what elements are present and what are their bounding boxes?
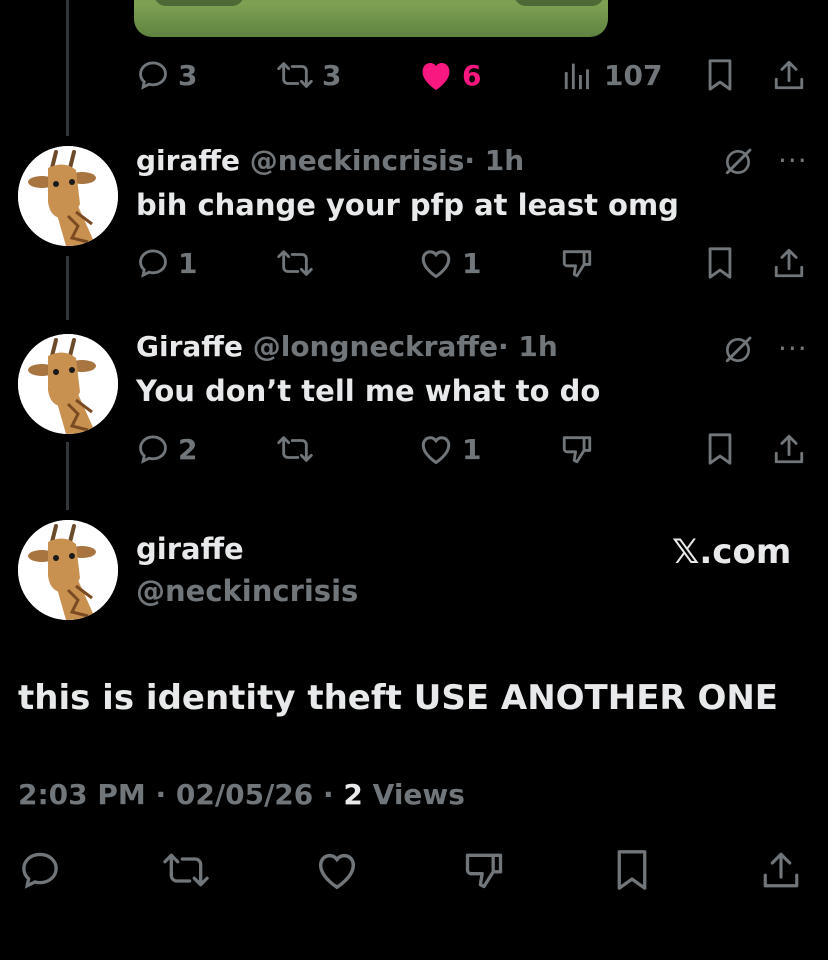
more-icon[interactable]: ··· [778,332,808,365]
bookmark-button[interactable] [704,58,736,92]
retweet-button[interactable] [276,246,314,280]
retweet-icon [163,853,209,887]
like-icon [318,853,356,890]
bookmark-button[interactable] [612,848,652,892]
bookmark-button[interactable] [704,432,736,466]
display-name[interactable]: Giraffe [136,330,243,363]
bookmark-icon [617,850,647,890]
like-count: 1 [462,246,482,280]
views-count: 107 [604,58,663,92]
reply-text: bih change your pfp at least omg [136,188,679,222]
reply-icon [139,249,167,278]
reply-icon [139,435,167,464]
bookmark-button[interactable] [704,246,736,280]
dislike-button[interactable] [560,246,594,280]
reply-author[interactable]: Giraffe @longneckraffe· 1h [136,330,558,363]
thread-line [66,256,69,320]
share-button[interactable] [772,246,806,280]
tweet-text: this is identity theft USE ANOTHER ONE [18,678,779,718]
bookmark-icon [708,59,732,91]
handle[interactable]: @longneckraffe [253,330,498,363]
share-icon [774,248,804,278]
views-count: 2 [343,778,363,811]
avatar[interactable] [18,520,118,620]
reply-button[interactable]: 2 [136,432,197,466]
share-button[interactable] [772,432,806,466]
giraffe-avatar-image [18,334,118,434]
reply-icon [139,61,167,90]
views-label: Views [372,778,465,811]
handle[interactable]: @neckincrisis [136,574,358,608]
tweet-meta: 2:03 PM · 02/05/26 · 2 Views [18,778,465,811]
x-watermark: 𝕏.com [672,532,792,572]
reply-button[interactable]: 1 [136,246,197,280]
share-button[interactable] [760,848,802,892]
display-name[interactable]: giraffe [136,532,244,566]
share-icon [774,434,804,464]
views-icon [564,63,589,90]
like-count: 1 [462,432,482,466]
grok-button[interactable] [722,146,754,182]
bookmark-icon [708,247,732,279]
giraffe-avatar-image [18,520,118,620]
like-button[interactable]: 6 [418,58,481,92]
like-icon [421,436,451,465]
tweet-date[interactable]: 02/05/26 [176,778,313,811]
handle[interactable]: @neckincrisis [250,144,465,177]
thread-line [66,442,69,510]
display-name[interactable]: giraffe [136,144,240,177]
reply-icon [22,852,58,889]
timestamp[interactable]: · 1h [464,144,524,177]
separator: · [323,778,334,811]
timestamp[interactable]: · 1h [498,330,558,363]
separator: · [155,778,167,811]
reply-count: 2 [178,432,198,466]
tweet-time[interactable]: 2:03 PM [18,778,146,811]
reply-button[interactable] [18,848,62,892]
retweet-button[interactable]: 3 [276,58,341,92]
like-icon [421,250,451,279]
thread-line [66,0,69,136]
grok-icon [725,148,752,175]
retweet-button[interactable] [162,848,210,892]
retweet-icon [277,436,313,462]
share-icon [763,852,799,888]
dislike-icon [465,853,503,889]
reply-author[interactable]: giraffe @neckincrisis· 1h [136,144,524,177]
giraffe-avatar-image [18,146,118,246]
avatar[interactable] [18,334,118,434]
retweet-icon [277,250,313,276]
dislike-icon [562,436,592,464]
like-button[interactable]: 1 [418,246,481,280]
retweet-icon [277,62,313,88]
like-button[interactable] [314,848,360,892]
grok-button[interactable] [722,334,754,370]
share-icon [774,60,804,90]
bookmark-icon [708,433,732,465]
retweet-count: 3 [322,58,342,92]
views-button[interactable]: 107 [562,58,662,92]
dislike-button[interactable] [560,432,594,466]
more-icon[interactable]: ··· [778,144,808,177]
like-button[interactable]: 1 [418,432,481,466]
like-icon [422,63,450,90]
grok-icon [725,336,752,363]
dislike-button[interactable] [462,848,506,892]
tweet-media-image[interactable] [134,0,608,37]
reply-count: 1 [178,246,198,280]
reply-count: 3 [178,58,198,92]
reply-text: You don’t tell me what to do [136,374,601,408]
reply-button[interactable]: 3 [136,58,197,92]
dislike-icon [562,250,592,278]
retweet-button[interactable] [276,432,314,466]
share-button[interactable] [772,58,806,92]
like-count: 6 [462,58,482,92]
avatar[interactable] [18,146,118,246]
